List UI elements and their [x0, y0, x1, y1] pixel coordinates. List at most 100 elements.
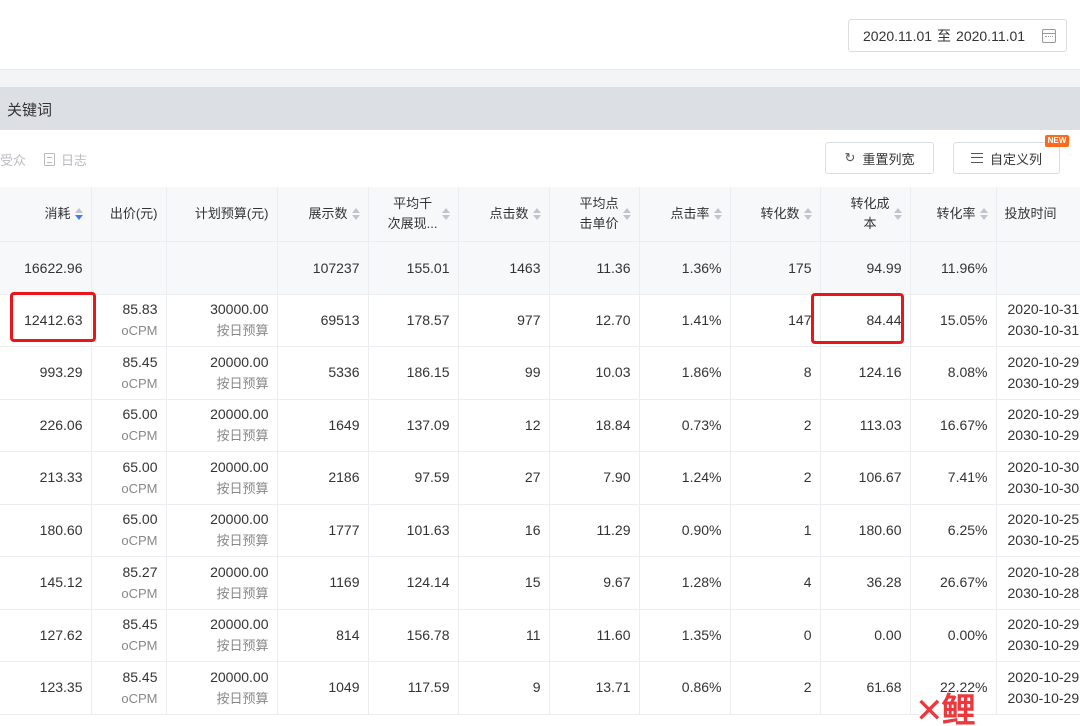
cell-clicks: 9 [458, 661, 550, 715]
cell-impressions: 1649 [277, 399, 369, 452]
table-row[interactable]: 226.06 65.00 oCPM 20000.00 按日预算 1649 137.09 12 1… [0, 399, 1080, 452]
table-row[interactable]: 180.60 65.00 oCPM 20000.00 按日预算 1777 101.63 16 1… [0, 504, 1080, 557]
column-header-cpa[interactable]: 转化成本 [820, 187, 911, 242]
cell-budget: 20000.00 按日预算 [166, 661, 278, 715]
cell-cpm: 97.59 [368, 451, 459, 505]
column-header-cpc[interactable]: 平均点 击单价 [549, 187, 640, 242]
column-header-clicks[interactable]: 点击数 [458, 187, 550, 242]
column-header-schedule: 投放时间 [996, 187, 1080, 242]
totals-row: 16622.96 107237 155.01 1463 11.36 1.36% … [0, 241, 1080, 295]
cell-conversions: 8 [730, 346, 821, 400]
cell-cpm: 101.63 [368, 504, 459, 557]
cell-ctr: 1.86% [639, 346, 731, 400]
sort-icon[interactable] [74, 208, 83, 221]
cell-ctr: 1.28% [639, 556, 731, 610]
table-row[interactable]: 213.33 65.00 oCPM 20000.00 按日预算 2186 97.59 27 7.… [0, 451, 1080, 505]
cell-impressions: 1049 [277, 661, 369, 715]
table-row[interactable]: 145.12 85.27 oCPM 20000.00 按日预算 1169 124.14 15 9… [0, 556, 1080, 610]
cell-impressions: 1169 [277, 556, 369, 610]
cell-cvr: 16.67% [910, 399, 997, 452]
cell-cost: 127.62 [0, 609, 92, 662]
custom-columns-button[interactable]: 自定义列 [953, 142, 1060, 174]
total-schedule [996, 241, 1080, 295]
cell-cost: 226.06 [0, 399, 92, 452]
sort-icon[interactable] [893, 207, 902, 220]
cell-cpc: 7.90 [549, 451, 640, 505]
column-header-cpm[interactable]: 平均千 次展现... [368, 187, 459, 242]
table-row[interactable]: 127.62 85.45 oCPM 20000.00 按日预算 814 156.78 11 11… [0, 609, 1080, 662]
tab-log[interactable]: 日志 [44, 150, 87, 169]
cell-conversions: 147 [730, 294, 821, 347]
date-separator: 至 [937, 27, 952, 44]
cell-budget: 20000.00 按日预算 [166, 399, 278, 452]
reset-column-width-label: 重置列宽 [862, 151, 915, 167]
calendar-icon[interactable] [1042, 29, 1056, 43]
date-end: 2020.11.01 [956, 27, 1026, 44]
sort-icon[interactable] [979, 208, 988, 221]
cell-cpc: 9.67 [549, 556, 640, 610]
cell-cpm: 178.57 [368, 294, 459, 347]
cell-budget: 20000.00 按日预算 [166, 451, 278, 505]
cell-clicks: 11 [458, 609, 550, 662]
total-bid [91, 241, 167, 295]
cell-schedule: 2020-10-29 2030-10-29 [996, 609, 1080, 662]
table-row[interactable]: 993.29 85.45 oCPM 20000.00 按日预算 5336 186.15 99 1… [0, 346, 1080, 400]
column-header-cost[interactable]: 消耗 [0, 187, 92, 242]
cell-budget: 20000.00 按日预算 [166, 556, 278, 610]
column-header-bid: 出价(元) [91, 187, 167, 242]
custom-columns-label: 自定义列 [989, 151, 1042, 167]
column-header-ctr[interactable]: 点击率 [639, 187, 731, 242]
cell-schedule: 2020-10-29 2030-10-29 [996, 661, 1080, 715]
highlight-box-cost [10, 292, 96, 342]
cell-cvr: 15.05% [910, 294, 997, 347]
cell-conversions: 2 [730, 661, 821, 715]
cell-cpm: 156.78 [368, 609, 459, 662]
sort-icon[interactable] [713, 208, 722, 221]
cell-cpc: 10.03 [549, 346, 640, 400]
cell-impressions: 5336 [277, 346, 369, 400]
cell-ctr: 0.86% [639, 661, 731, 715]
section-title: 关键词 [7, 102, 53, 119]
tab-audience[interactable]: 受众 [0, 150, 26, 169]
cell-cpa: 180.60 [820, 504, 911, 557]
cell-budget: 30000.00 按日预算 [166, 294, 278, 347]
cell-cpa: 113.03 [820, 399, 911, 452]
cell-schedule: 2020-10-30 2030-10-30 [996, 451, 1080, 505]
cell-ctr: 1.24% [639, 451, 731, 505]
column-header-conversions[interactable]: 转化数 [730, 187, 821, 242]
reset-column-width-button[interactable]: ↻ 重置列宽 [825, 142, 934, 174]
cell-bid: 85.27 oCPM [91, 556, 167, 610]
cell-cpc: 13.71 [549, 661, 640, 715]
cell-bid: 65.00 oCPM [91, 399, 167, 452]
cell-conversions: 4 [730, 556, 821, 610]
sort-icon[interactable] [441, 207, 450, 220]
date-start: 2020.11.01 [863, 27, 933, 44]
sort-icon[interactable] [803, 208, 812, 221]
total-cost: 16622.96 [0, 241, 92, 295]
cell-budget: 20000.00 按日预算 [166, 346, 278, 400]
cell-clicks: 15 [458, 556, 550, 610]
cell-cpa: 124.16 [820, 346, 911, 400]
cell-impressions: 69513 [277, 294, 369, 347]
total-cpa: 94.99 [820, 241, 911, 295]
table-row[interactable]: 12412.63 85.83 oCPM 30000.00 按日预算 69513 178.57… [0, 294, 1080, 347]
sort-icon[interactable] [532, 208, 541, 221]
cell-bid: 65.00 oCPM [91, 451, 167, 505]
sort-icon[interactable] [622, 207, 631, 220]
total-conversions: 175 [730, 241, 821, 295]
column-header-impressions[interactable]: 展示数 [277, 187, 369, 242]
date-range-picker[interactable]: 2020.11.01 至 2020.11.01 [848, 19, 1067, 52]
cell-schedule: 2020-10-31 2030-10-31 [996, 294, 1080, 347]
document-icon [44, 153, 55, 166]
cell-impressions: 814 [277, 609, 369, 662]
column-header-cvr[interactable]: 转化率 [910, 187, 997, 242]
sort-icon[interactable] [351, 208, 360, 221]
cell-cpa: 36.28 [820, 556, 911, 610]
total-cpc: 11.36 [549, 241, 640, 295]
cell-clicks: 12 [458, 399, 550, 452]
cell-bid: 85.45 oCPM [91, 661, 167, 715]
list-icon [970, 153, 983, 163]
cell-cvr: 0.00% [910, 609, 997, 662]
cell-cost: 145.12 [0, 556, 92, 610]
cell-bid: 65.00 oCPM [91, 504, 167, 557]
